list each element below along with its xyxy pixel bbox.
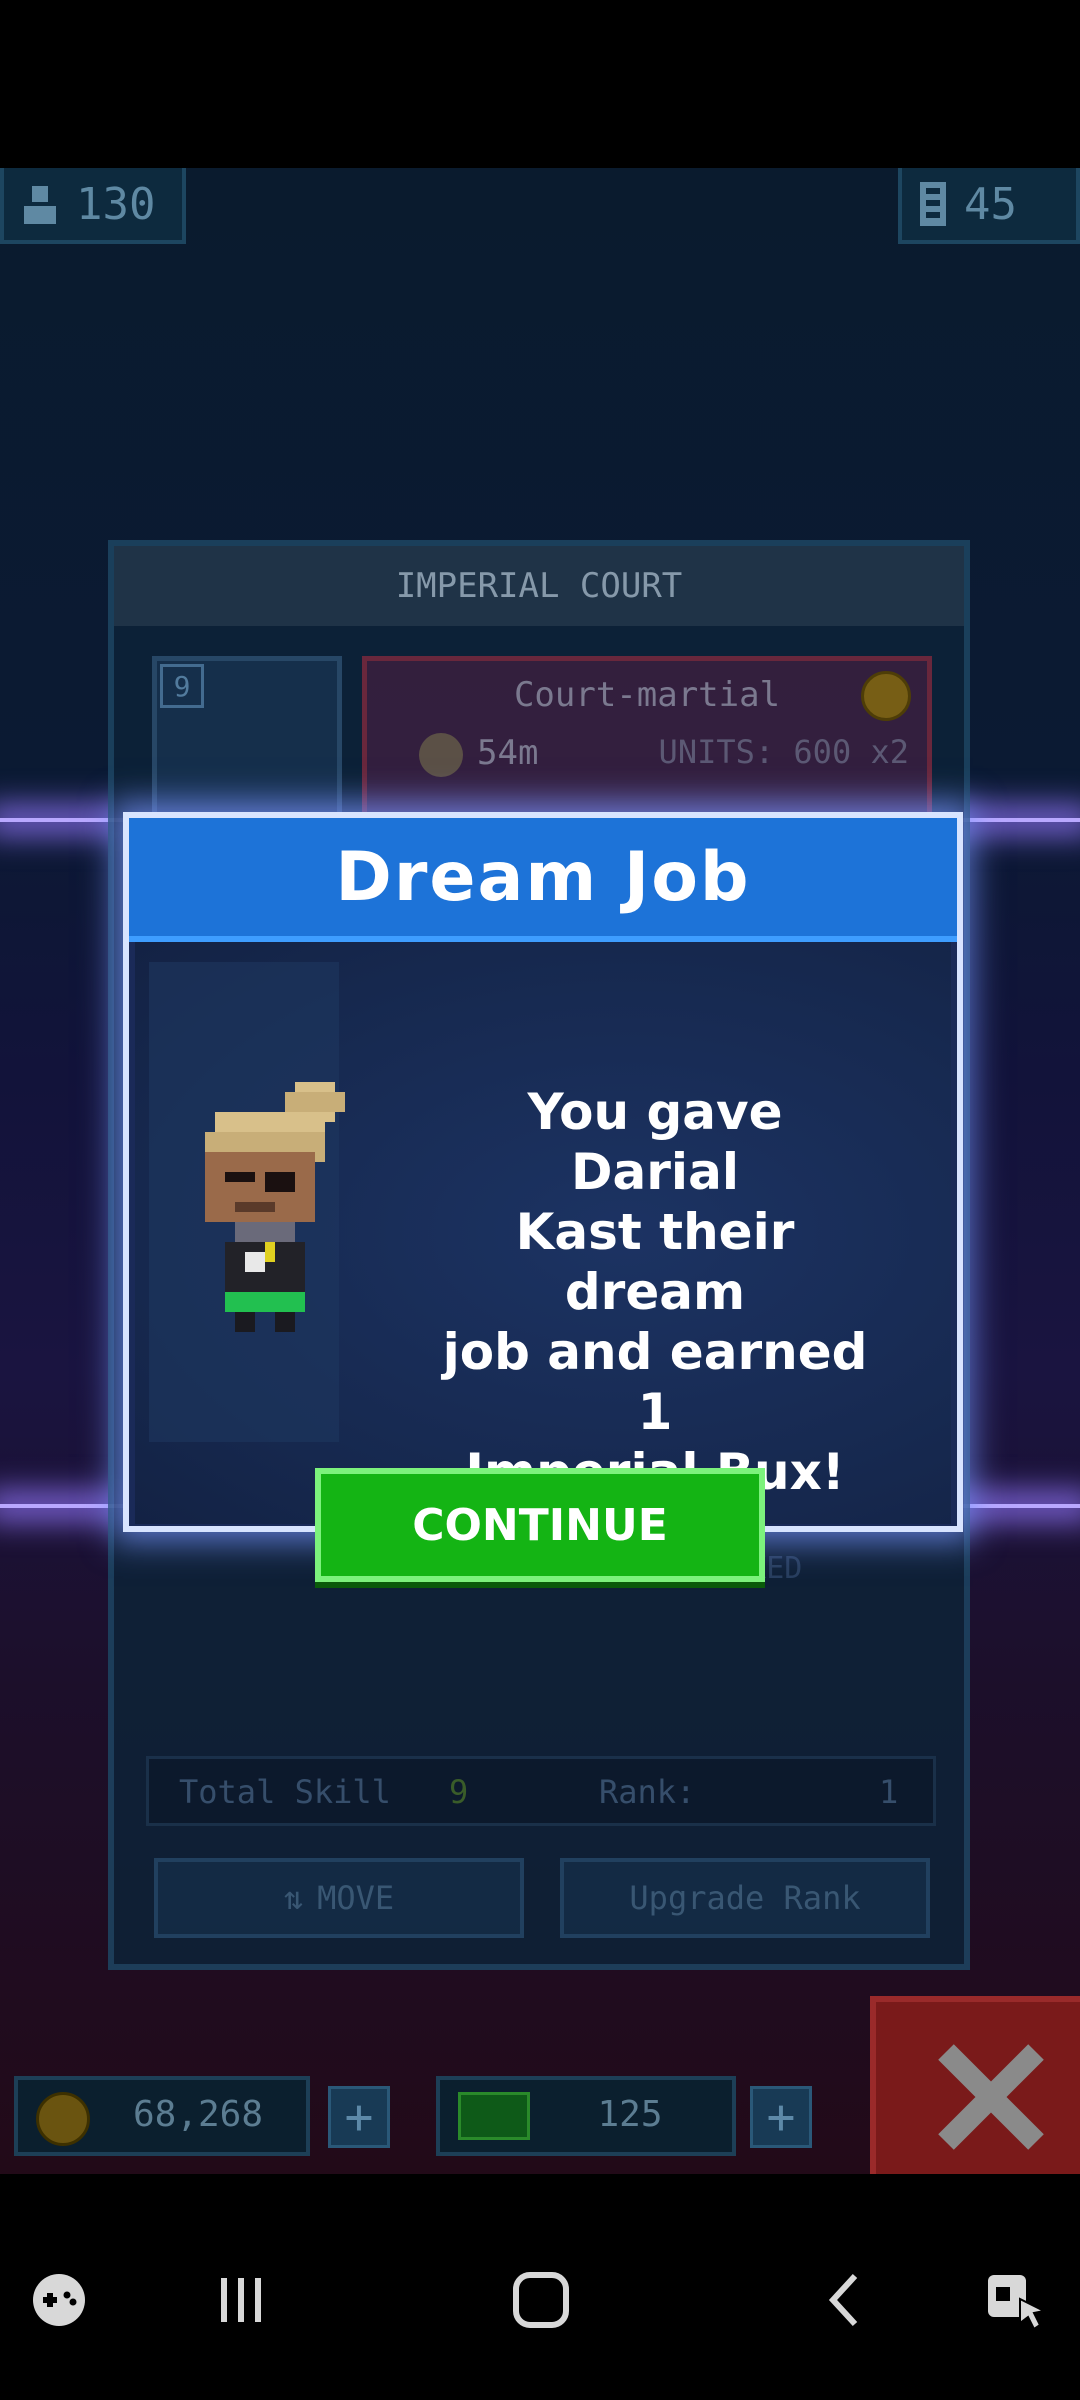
move-arrows-icon: ⇅ bbox=[283, 1879, 304, 1917]
floors-counter[interactable]: 45 bbox=[898, 168, 1080, 244]
recent-apps-button[interactable] bbox=[186, 2245, 296, 2355]
continue-button[interactable]: CONTINUE bbox=[315, 1468, 765, 1582]
add-bux-button[interactable]: + bbox=[750, 2086, 812, 2148]
bux-icon bbox=[458, 2092, 530, 2140]
move-label: MOVE bbox=[317, 1879, 395, 1917]
rank-value: 1 bbox=[879, 1773, 899, 1811]
close-icon bbox=[938, 2044, 1044, 2150]
dream-job-dialog: Dream Job You gave Darial Kast their dre… bbox=[123, 812, 963, 1532]
message-line: Kast their dream bbox=[515, 1203, 795, 1321]
accessibility-button[interactable] bbox=[960, 2245, 1070, 2355]
job-time: 54m bbox=[477, 733, 539, 773]
person-icon bbox=[24, 186, 56, 224]
home-button[interactable] bbox=[486, 2245, 596, 2355]
dialog-message: You gave Darial Kast their dream job and… bbox=[435, 1082, 875, 1502]
dialog-body: You gave Darial Kast their dream job and… bbox=[135, 942, 951, 1524]
character-sprite bbox=[205, 1082, 345, 1332]
total-skill-label: Total Skill bbox=[179, 1773, 391, 1811]
move-button[interactable]: ⇅ MOVE bbox=[154, 1858, 524, 1938]
game-launcher-icon bbox=[33, 2274, 85, 2326]
worker-level: 9 bbox=[160, 664, 204, 708]
population-counter[interactable]: 130 bbox=[0, 168, 186, 244]
accessibility-icon bbox=[988, 2275, 1048, 2331]
dialog-header: Dream Job bbox=[129, 818, 957, 942]
dialog-title: Dream Job bbox=[335, 837, 751, 917]
coins-display: 68,268 bbox=[14, 2076, 310, 2156]
room-title: IMPERIAL COURT bbox=[114, 546, 964, 626]
upgrade-rank-button[interactable]: Upgrade Rank bbox=[560, 1858, 930, 1938]
message-line: You gave Darial bbox=[527, 1083, 783, 1201]
stats-bar: Total Skill 9 Rank: 1 bbox=[146, 1756, 936, 1826]
clock-icon bbox=[419, 733, 463, 777]
bux-amount: 125 bbox=[597, 2094, 663, 2135]
game-launcher-button[interactable] bbox=[4, 2245, 114, 2355]
floors-count: 45 bbox=[964, 178, 1017, 230]
home-icon bbox=[513, 2272, 569, 2328]
total-skill-value: 9 bbox=[449, 1773, 469, 1811]
building-icon bbox=[920, 182, 946, 226]
back-icon bbox=[828, 2273, 858, 2327]
job-units: UNITS: 600 x2 bbox=[658, 733, 909, 771]
close-button[interactable] bbox=[870, 1996, 1080, 2174]
back-button[interactable] bbox=[790, 2245, 900, 2355]
message-line: job and earned 1 bbox=[442, 1323, 868, 1441]
job-name: Court-martial bbox=[513, 675, 781, 715]
navigation-bar bbox=[0, 2175, 1080, 2400]
coins-amount: 68,268 bbox=[132, 2094, 264, 2135]
rank-label: Rank: bbox=[599, 1773, 696, 1811]
recent-apps-icon bbox=[221, 2278, 261, 2322]
coin-icon bbox=[861, 671, 911, 721]
bux-display: 125 bbox=[436, 2076, 736, 2156]
coin-icon bbox=[36, 2092, 90, 2146]
add-coins-button[interactable]: + bbox=[328, 2086, 390, 2148]
population-count: 130 bbox=[76, 178, 156, 230]
upgrade-rank-label: Upgrade Rank bbox=[629, 1879, 861, 1917]
